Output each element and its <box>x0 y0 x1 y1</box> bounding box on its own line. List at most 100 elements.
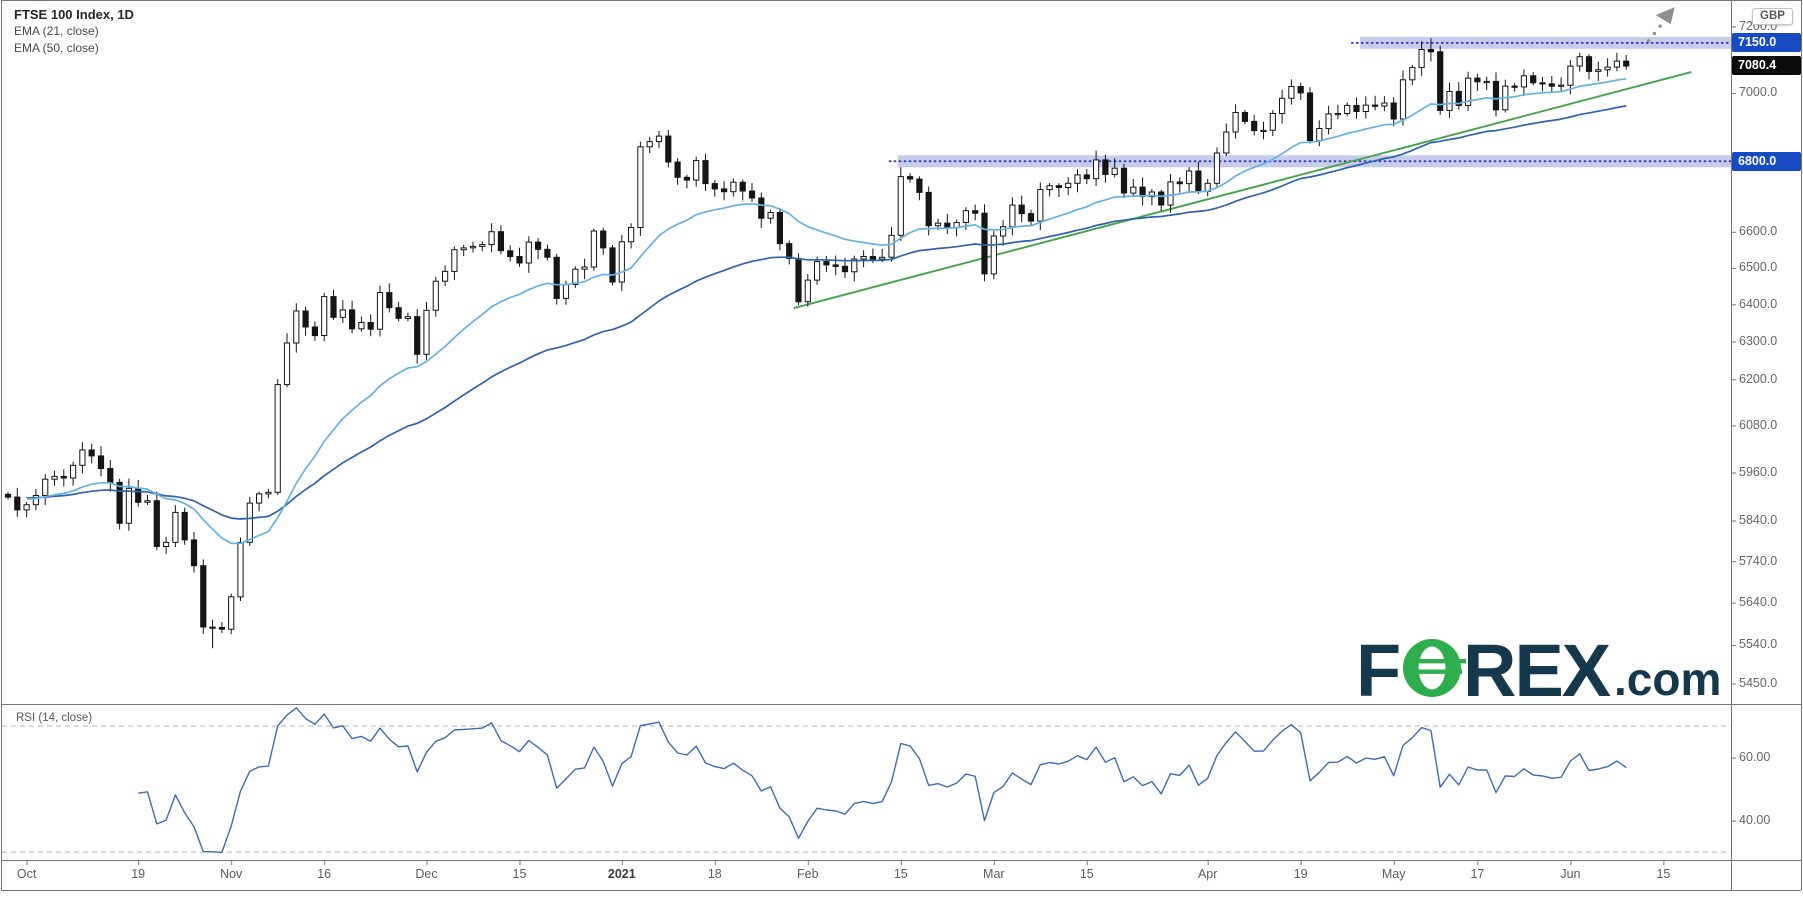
time-axis-label: Mar <box>983 867 1005 881</box>
candle <box>1196 171 1201 191</box>
candle <box>1326 114 1331 129</box>
candle <box>452 250 457 272</box>
candle <box>396 308 401 319</box>
price-axis-label: 5740.0 <box>1739 552 1777 571</box>
candle <box>303 311 308 327</box>
candle <box>489 232 494 245</box>
candle <box>796 258 801 301</box>
candle <box>257 494 262 503</box>
candle <box>1094 160 1099 179</box>
candle <box>61 476 66 478</box>
candle <box>842 266 847 271</box>
candle <box>1549 84 1554 86</box>
candle <box>1586 57 1591 72</box>
candle-wicks <box>8 38 1626 648</box>
candle <box>470 246 475 247</box>
rsi-axis-label: 60.00 <box>1739 748 1770 767</box>
candle <box>777 213 782 244</box>
candle <box>1512 86 1517 87</box>
candle <box>1493 81 1498 109</box>
candle <box>1354 105 1359 111</box>
candle <box>545 249 550 257</box>
candle <box>368 323 373 330</box>
candle <box>377 293 382 330</box>
candle <box>1187 171 1192 184</box>
candle <box>284 343 289 385</box>
arrow-trail-dot <box>1653 32 1656 35</box>
price-axis-label: 5640.0 <box>1739 593 1777 612</box>
time-axis-label: 16 <box>317 867 331 881</box>
candle <box>982 213 987 274</box>
candle <box>266 492 271 494</box>
candle <box>15 497 20 510</box>
arrow-head <box>1656 7 1675 24</box>
candle <box>1540 83 1545 84</box>
candle <box>1019 205 1024 214</box>
candle <box>1010 205 1015 227</box>
candle <box>1531 76 1536 83</box>
candle <box>712 184 717 189</box>
candle <box>1317 129 1322 141</box>
rsi-legend[interactable]: RSI (14, close) <box>13 712 95 724</box>
candle <box>926 192 931 225</box>
candle <box>554 257 559 298</box>
candle <box>1289 87 1294 99</box>
candle <box>145 501 150 503</box>
candle <box>424 310 429 354</box>
time-axis-label: 15 <box>1080 867 1094 881</box>
candle <box>629 228 634 242</box>
price-axis-label: 6300.0 <box>1739 332 1777 351</box>
price-level-7150[interactable] <box>1352 37 1731 49</box>
candle <box>824 262 829 265</box>
candle <box>405 317 410 319</box>
wick-path <box>8 38 1626 648</box>
rsi-line[interactable] <box>138 708 1626 853</box>
candle <box>443 271 448 281</box>
price-axis-label: 5540.0 <box>1739 635 1777 654</box>
legend-ema21[interactable]: EMA (21, close) <box>14 23 134 40</box>
candle <box>89 450 94 456</box>
candle <box>898 177 903 236</box>
candle <box>1345 105 1350 113</box>
candle <box>889 235 894 257</box>
candle <box>164 542 169 546</box>
symbol-title[interactable]: FTSE 100 Index, 1D <box>14 6 134 23</box>
logo-letters-rex: REX <box>1463 629 1611 712</box>
candle <box>610 248 615 282</box>
chart-legend: FTSE 100 Index, 1D EMA (21, close) EMA (… <box>14 6 134 57</box>
candle <box>935 223 940 226</box>
candle <box>1521 76 1526 87</box>
candle <box>480 245 485 247</box>
last-price-badge: 7080.4 <box>1732 56 1801 75</box>
candle <box>591 231 596 267</box>
ema21-line[interactable] <box>27 79 1627 544</box>
candle <box>722 189 727 192</box>
candle <box>322 297 327 336</box>
candle <box>5 494 10 497</box>
candle <box>666 136 671 162</box>
candle <box>1168 182 1173 205</box>
candle <box>963 211 968 223</box>
candle <box>917 179 922 192</box>
candle <box>991 236 996 274</box>
candle <box>1419 50 1424 68</box>
ema50-line[interactable] <box>27 106 1627 519</box>
chart-canvas[interactable]: FREX.com <box>0 0 1803 903</box>
price-level-6800[interactable] <box>890 155 1731 167</box>
candle <box>1112 168 1117 174</box>
candle <box>238 542 243 597</box>
candle <box>275 385 280 493</box>
candle <box>98 456 103 469</box>
candle <box>1280 98 1285 113</box>
price-axis-label: 6080.0 <box>1739 416 1777 435</box>
candle <box>703 161 708 184</box>
legend-ema50[interactable]: EMA (50, close) <box>14 40 134 57</box>
candle <box>173 512 178 542</box>
candle <box>191 540 196 566</box>
candle <box>182 512 187 540</box>
price-axis-label: 5450.0 <box>1739 674 1777 693</box>
chart-root: FREX.com FTSE 100 Index, 1D EMA (21, clo… <box>0 0 1803 903</box>
time-axis-label: 18 <box>708 867 722 881</box>
candle <box>582 267 587 269</box>
candle <box>1438 52 1443 111</box>
